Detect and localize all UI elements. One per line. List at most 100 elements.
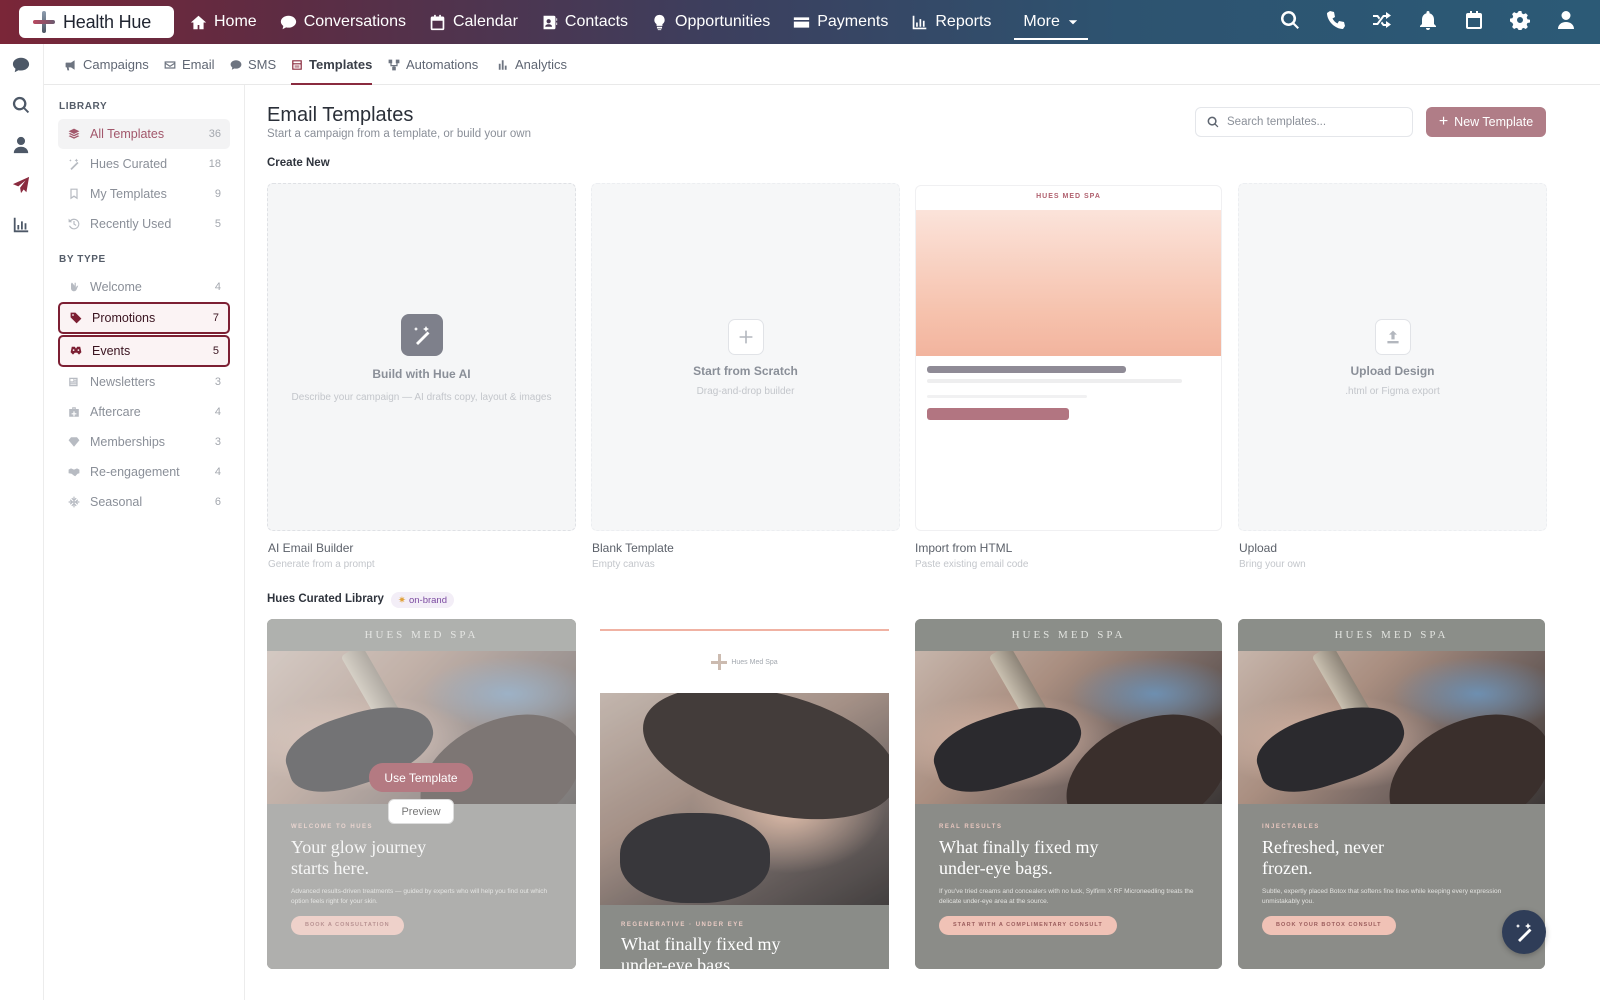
count-badge: 18 [208, 158, 221, 170]
count-badge: 3 [214, 436, 221, 448]
tab-automations[interactable]: Automations [388, 44, 478, 85]
shuffle-icon[interactable] [1372, 10, 1392, 35]
card-sublabel: Empty canvas [592, 559, 655, 570]
card-title: Upload Design [1350, 364, 1435, 378]
count-badge: 7 [212, 312, 219, 324]
count-badge: 9 [214, 188, 221, 200]
user-icon[interactable] [1556, 10, 1576, 35]
nav-opportunities[interactable]: Opportunities [651, 0, 770, 44]
card-description: Describe your campaign — AI drafts copy,… [291, 392, 552, 403]
card-icon [794, 16, 810, 28]
user-icon[interactable] [12, 136, 32, 156]
nav-contacts[interactable]: Contacts [541, 0, 628, 44]
card-description: .html or Figma export [1345, 386, 1440, 397]
sidebar-item-memberships[interactable]: Memberships 3 [58, 427, 230, 457]
search-icon [1207, 116, 1219, 128]
hover-overlay [267, 619, 576, 969]
email-brand-header: HUES MED SPA [915, 619, 1222, 651]
card-title: Start from Scratch [693, 364, 798, 378]
tab-sms[interactable]: SMS [230, 44, 276, 85]
upload-design-card[interactable]: Upload Design .html or Figma export [1238, 183, 1547, 531]
sidebar-item-re-engagement[interactable]: Re-engagement 4 [58, 457, 230, 487]
nav-more-dropdown[interactable]: More [1014, 0, 1089, 44]
sms-icon [230, 59, 242, 70]
template-search[interactable] [1195, 107, 1413, 137]
count-badge: 5 [212, 345, 219, 357]
sidebar-item-events[interactable]: Events 5 [58, 335, 230, 367]
library-heading: LIBRARY [59, 101, 108, 112]
treatment-photo [915, 651, 1222, 804]
template-sidebar: LIBRARY All Templates 36 Hues Curated 18… [44, 85, 245, 1000]
sidebar-item-aftercare[interactable]: Aftercare 4 [58, 397, 230, 427]
search-input[interactable] [1227, 116, 1397, 128]
page-subtitle: Start a campaign from a template, or bui… [267, 128, 531, 140]
count-badge: 3 [214, 376, 221, 388]
by-type-heading: BY TYPE [59, 254, 106, 265]
template-card-injectables[interactable]: HUES MED SPA INJECTABLES Refreshed, neve… [1238, 619, 1545, 969]
chat-icon [280, 15, 296, 29]
card-description: Drag-and-drop builder [696, 386, 795, 397]
search-icon[interactable] [1280, 10, 1300, 35]
nav-payments[interactable]: Payments [793, 0, 888, 44]
magic-wand-icon [400, 314, 443, 356]
email-brand-header: HUES MED SPA [1238, 619, 1545, 651]
card-label: Upload [1239, 541, 1278, 555]
count-badge: 5 [214, 218, 221, 230]
top-nav: Health Hue Home Conversations Calendar C… [0, 0, 1600, 44]
nav-reports[interactable]: Reports [911, 0, 991, 44]
nav-calendar[interactable]: Calendar [429, 0, 518, 44]
treatment-photo [1238, 651, 1545, 804]
tab-email[interactable]: Email [164, 44, 215, 85]
sidebar-item-promotions[interactable]: Promotions 7 [58, 302, 230, 334]
template-card-regenerative[interactable]: Hues Med Spa REGENERATIVE · UNDER EYE Wh… [600, 629, 889, 969]
template-card-real-results[interactable]: HUES MED SPA REAL RESULTS What finally f… [915, 619, 1222, 969]
calendar-icon[interactable] [1464, 10, 1484, 35]
card-sublabel: Bring your own [1239, 559, 1306, 570]
count-badge: 4 [214, 406, 221, 418]
placeholder-line [927, 395, 1087, 398]
sidebar-item-seasonal[interactable]: Seasonal 6 [58, 487, 230, 517]
left-rail [0, 44, 44, 1000]
tab-campaigns[interactable]: Campaigns [65, 44, 149, 85]
handshake-icon [68, 466, 80, 478]
history-icon [68, 218, 80, 230]
sparkle-icon: ✷ [398, 594, 406, 606]
nav-conversations[interactable]: Conversations [280, 0, 406, 44]
count-badge: 6 [214, 496, 221, 508]
phone-icon[interactable] [1326, 10, 1346, 35]
use-template-button[interactable]: Use Template [369, 763, 473, 792]
nav-utilities [1280, 0, 1576, 44]
tag-icon [70, 312, 82, 324]
sidebar-item-my-templates[interactable]: My Templates 9 [58, 179, 230, 209]
sidebar-item-welcome[interactable]: Welcome 4 [58, 272, 230, 302]
blank-template-card[interactable]: Start from Scratch Drag-and-drop builder [591, 183, 900, 531]
tab-templates[interactable]: Templates [291, 44, 373, 85]
curated-library-heading: Hues Curated Library [267, 593, 384, 605]
placeholder-button [927, 408, 1069, 420]
sidebar-item-recently-used[interactable]: Recently Used 5 [58, 209, 230, 239]
layers-icon [68, 128, 80, 140]
chart-icon[interactable] [12, 216, 32, 236]
on-brand-badge: ✷ on-brand [391, 592, 454, 608]
gear-icon[interactable] [1510, 10, 1530, 35]
card-label: Import from HTML [915, 541, 1013, 555]
lightbulb-icon [654, 14, 665, 30]
count-badge: 36 [208, 128, 221, 140]
brand-logo[interactable]: Health Hue [19, 6, 174, 38]
sidebar-item-newsletters[interactable]: Newsletters 3 [58, 367, 230, 397]
card-sublabel: Generate from a prompt [268, 559, 375, 570]
preview-button[interactable]: Preview [388, 799, 454, 824]
bell-icon[interactable] [1418, 10, 1438, 35]
new-template-button[interactable]: + New Template [1426, 107, 1546, 137]
sidebar-item-all-templates[interactable]: All Templates 36 [58, 119, 230, 149]
ai-assistant-button[interactable] [1502, 910, 1546, 954]
send-icon[interactable] [12, 176, 32, 196]
ai-builder-card[interactable]: Build with Hue AI Describe your campaign… [267, 183, 576, 531]
search-icon[interactable] [12, 96, 32, 116]
tab-analytics[interactable]: Analytics [497, 44, 567, 85]
import-html-card[interactable]: HUES MED SPA [915, 185, 1222, 531]
template-card-welcome[interactable]: HUES MED SPA WELCOME TO HUES Your glow j… [267, 619, 576, 969]
sidebar-item-hues-curated[interactable]: Hues Curated 18 [58, 149, 230, 179]
chat-icon[interactable] [12, 56, 32, 76]
nav-home[interactable]: Home [190, 0, 257, 44]
